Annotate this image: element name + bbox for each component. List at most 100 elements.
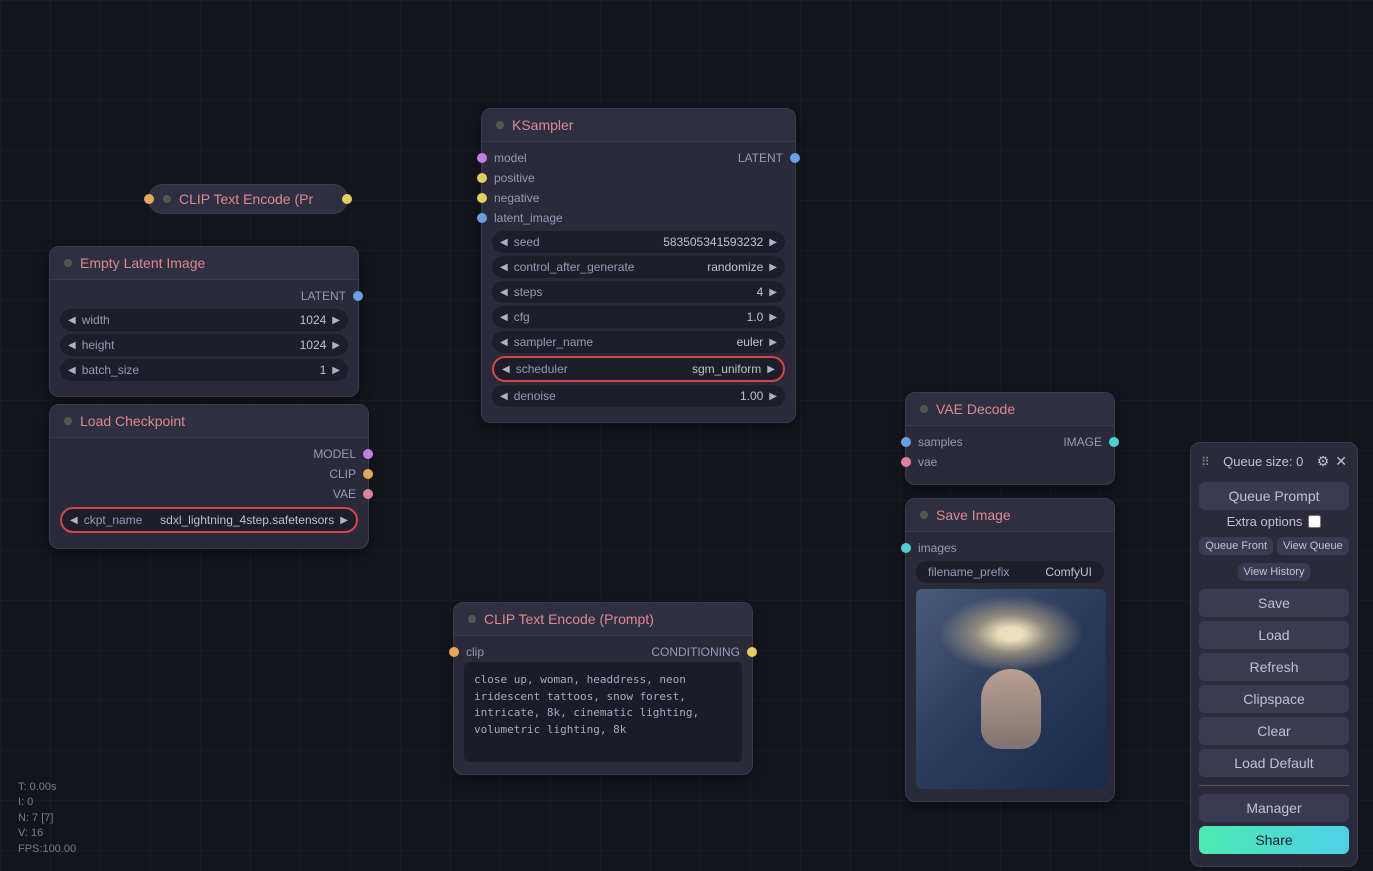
- node-header[interactable]: CLIP Text Encode (Prompt): [454, 603, 752, 636]
- clip-output-port[interactable]: [363, 469, 373, 479]
- widget-ckpt-name[interactable]: ◀ ckpt_name sdxl_lightning_4step.safeten…: [60, 507, 358, 533]
- node-title: CLIP Text Encode (Prompt): [484, 611, 654, 627]
- widget-scheduler[interactable]: ◀ scheduler sgm_uniform ▶: [492, 356, 785, 382]
- stat-i: I: 0: [18, 795, 76, 810]
- node-vae-decode[interactable]: VAE Decode samples IMAGE vae: [905, 392, 1115, 485]
- latent-output-port[interactable]: [790, 153, 800, 163]
- view-history-button[interactable]: View History: [1238, 563, 1311, 581]
- node-header[interactable]: Load Checkpoint: [50, 405, 368, 438]
- arrow-left-icon[interactable]: ◀: [68, 365, 76, 376]
- connection-wires: [0, 0, 300, 150]
- preview-image[interactable]: [916, 589, 1106, 789]
- gear-icon[interactable]: ⚙: [1317, 453, 1330, 470]
- view-queue-button[interactable]: View Queue: [1277, 537, 1349, 555]
- share-button[interactable]: Share: [1199, 826, 1349, 854]
- arrow-left-icon[interactable]: ◀: [500, 337, 508, 348]
- arrow-right-icon[interactable]: ▶: [769, 391, 777, 402]
- widget-cfg[interactable]: ◀ cfg 1.0 ▶: [492, 306, 785, 328]
- prompt-textarea[interactable]: close up, woman, headdress, neon iridesc…: [464, 662, 742, 762]
- model-input-port[interactable]: [477, 153, 487, 163]
- clipspace-button[interactable]: Clipspace: [1199, 685, 1349, 713]
- latent-output-port[interactable]: [353, 291, 363, 301]
- stat-fps: FPS:100.00: [18, 842, 76, 857]
- arrow-right-icon[interactable]: ▶: [767, 364, 775, 375]
- arrow-left-icon[interactable]: ◀: [68, 340, 76, 351]
- save-button[interactable]: Save: [1199, 589, 1349, 617]
- output-label-latent: LATENT: [738, 151, 783, 165]
- arrow-left-icon[interactable]: ◀: [500, 312, 508, 323]
- node-header[interactable]: KSampler: [482, 109, 795, 142]
- node-ksampler[interactable]: KSampler model LATENT positive negative: [481, 108, 796, 423]
- load-button[interactable]: Load: [1199, 621, 1349, 649]
- arrow-left-icon[interactable]: ◀: [500, 287, 508, 298]
- node-header[interactable]: Empty Latent Image: [50, 247, 358, 280]
- arrow-right-icon[interactable]: ▶: [332, 315, 340, 326]
- collapse-dot[interactable]: [64, 417, 72, 425]
- arrow-right-icon[interactable]: ▶: [340, 515, 348, 526]
- conditioning-output-port[interactable]: [747, 647, 757, 657]
- image-output-port[interactable]: [1109, 437, 1119, 447]
- widget-seed[interactable]: ◀ seed 583505341593232 ▶: [492, 231, 785, 253]
- node-title: Empty Latent Image: [80, 255, 205, 271]
- arrow-left-icon[interactable]: ◀: [500, 262, 508, 273]
- arrow-left-icon[interactable]: ◀: [68, 315, 76, 326]
- arrow-left-icon[interactable]: ◀: [500, 391, 508, 402]
- node-title: KSampler: [512, 117, 573, 133]
- stats-overlay: T: 0.00s I: 0 N: 7 [7] V: 16 FPS:100.00: [18, 780, 76, 857]
- arrow-left-icon[interactable]: ◀: [70, 515, 78, 526]
- arrow-right-icon[interactable]: ▶: [769, 287, 777, 298]
- widget-denoise[interactable]: ◀ denoise 1.00 ▶: [492, 385, 785, 407]
- samples-input-port[interactable]: [901, 437, 911, 447]
- queue-front-button[interactable]: Queue Front: [1199, 537, 1273, 555]
- arrow-left-icon[interactable]: ◀: [502, 364, 510, 375]
- widget-width[interactable]: ◀ width 1024 ▶: [60, 309, 348, 331]
- input-label-vae: vae: [918, 455, 937, 469]
- grip-icon[interactable]: ⠿: [1201, 455, 1210, 469]
- collapse-dot[interactable]: [163, 195, 171, 203]
- node-load-checkpoint[interactable]: Load Checkpoint MODEL CLIP VAE ◀ ckpt_na…: [49, 404, 369, 549]
- vae-output-port[interactable]: [363, 489, 373, 499]
- collapse-dot[interactable]: [920, 511, 928, 519]
- arrow-right-icon[interactable]: ▶: [769, 237, 777, 248]
- node-header[interactable]: Save Image: [906, 499, 1114, 532]
- widget-control-after-generate[interactable]: ◀ control_after_generate randomize ▶: [492, 256, 785, 278]
- images-input-port[interactable]: [901, 543, 911, 553]
- model-output-port[interactable]: [363, 449, 373, 459]
- widget-height[interactable]: ◀ height 1024 ▶: [60, 334, 348, 356]
- widget-steps[interactable]: ◀ steps 4 ▶: [492, 281, 785, 303]
- arrow-right-icon[interactable]: ▶: [332, 365, 340, 376]
- output-label-conditioning: CONDITIONING: [651, 645, 740, 659]
- node-save-image[interactable]: Save Image images filename_prefix ComfyU…: [905, 498, 1115, 802]
- queue-prompt-button[interactable]: Queue Prompt: [1199, 482, 1349, 510]
- clip-input-port[interactable]: [144, 194, 154, 204]
- collapse-dot[interactable]: [496, 121, 504, 129]
- arrow-right-icon[interactable]: ▶: [769, 337, 777, 348]
- widget-batch-size[interactable]: ◀ batch_size 1 ▶: [60, 359, 348, 381]
- node-empty-latent-image[interactable]: Empty Latent Image LATENT ◀ width 1024 ▶…: [49, 246, 359, 397]
- widget-sampler-name[interactable]: ◀ sampler_name euler ▶: [492, 331, 785, 353]
- node-header[interactable]: VAE Decode: [906, 393, 1114, 426]
- collapse-dot[interactable]: [64, 259, 72, 267]
- positive-input-port[interactable]: [477, 173, 487, 183]
- vae-input-port[interactable]: [901, 457, 911, 467]
- latent-input-port[interactable]: [477, 213, 487, 223]
- close-icon[interactable]: ✕: [1335, 453, 1347, 470]
- collapse-dot[interactable]: [920, 405, 928, 413]
- conditioning-output-port[interactable]: [342, 194, 352, 204]
- arrow-right-icon[interactable]: ▶: [769, 312, 777, 323]
- node-clip-text-encode-prompt[interactable]: CLIP Text Encode (Prompt) clip CONDITION…: [453, 602, 753, 775]
- refresh-button[interactable]: Refresh: [1199, 653, 1349, 681]
- extra-options-checkbox[interactable]: [1308, 515, 1321, 528]
- arrow-right-icon[interactable]: ▶: [769, 262, 777, 273]
- manager-button[interactable]: Manager: [1199, 794, 1349, 822]
- load-default-button[interactable]: Load Default: [1199, 749, 1349, 777]
- negative-input-port[interactable]: [477, 193, 487, 203]
- clip-input-port[interactable]: [449, 647, 459, 657]
- widget-filename-prefix[interactable]: filename_prefix ComfyUI: [916, 561, 1104, 583]
- arrow-right-icon[interactable]: ▶: [332, 340, 340, 351]
- clear-button[interactable]: Clear: [1199, 717, 1349, 745]
- arrow-left-icon[interactable]: ◀: [500, 237, 508, 248]
- graph-canvas[interactable]: CLIP Text Encode (Pr Empty Latent Image …: [0, 0, 1373, 871]
- collapse-dot[interactable]: [468, 615, 476, 623]
- node-clip-text-encode-collapsed[interactable]: CLIP Text Encode (Pr: [148, 184, 348, 214]
